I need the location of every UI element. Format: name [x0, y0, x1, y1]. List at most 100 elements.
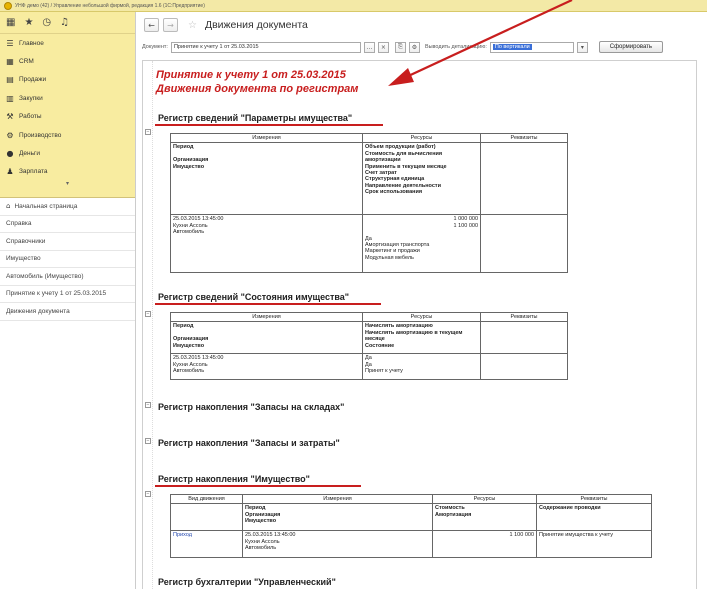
cell-line: Автомобиль [245, 545, 277, 552]
panel-icon-bar: ▦ ★ ◷ ♫ [0, 12, 135, 34]
section-label: Продажи [19, 76, 47, 84]
open-window-item[interactable]: Принятие к учету 1 от 25.03.2015 [0, 286, 135, 303]
report-settings-toolbar: Документ: Принятие к учету 1 от 25.03.20… [137, 38, 707, 56]
section-icon: ● [6, 149, 14, 159]
requisites-header-cell: Содержание проводки [536, 503, 652, 532]
grid-icon[interactable]: ▦ [6, 17, 15, 28]
section-item[interactable]: ▦ CRM [0, 52, 135, 70]
open-document-button[interactable]: ⎘ [394, 41, 406, 53]
detail-selected-value: По вертикали [492, 44, 532, 50]
window-title: УНФ демо (42) / Управление небольшой фир… [15, 2, 205, 9]
cell-line: Имущество [245, 518, 277, 525]
section-label: Деньги [19, 150, 40, 158]
movement-link[interactable]: Приход [170, 530, 243, 559]
section-label: Зарплата [19, 168, 48, 176]
section-item[interactable]: ♟ Зарплата [0, 163, 135, 181]
cell-line: Автомобиль [173, 368, 205, 375]
column-header: Вид движения [170, 493, 243, 505]
table-row: Период Организация Имущество Стоимость Амор… [170, 503, 652, 532]
requisites-cell [480, 321, 568, 355]
star-icon[interactable]: ★ [24, 17, 33, 28]
open-window-label: Движения документа [6, 307, 70, 315]
register-title: Регистр сведений "Параметры имущества" [158, 113, 353, 123]
section-item[interactable]: ● Деньги [0, 144, 135, 162]
document-field[interactable]: Принятие к учету 1 от 25.03.2015 [170, 41, 361, 53]
resources-header-cell: Объем продукции (работ) Стоимость для выч… [362, 142, 481, 216]
settings-button[interactable]: ⚙ [408, 41, 420, 53]
document-select-button[interactable]: … [363, 41, 375, 53]
group-toggle-icon[interactable]: − [145, 491, 151, 497]
open-window-item[interactable]: ⌂ Начальная страница [0, 198, 135, 216]
column-header: Ресурсы [362, 311, 481, 323]
open-window-label: Принятие к учету 1 от 25.03.2015 [6, 290, 107, 298]
title-underline [155, 303, 381, 305]
detail-label: Выводить детализацию: [424, 44, 487, 50]
document-label: Документ: [142, 44, 168, 50]
resources-value-cell: Да Да Принят к учету [362, 353, 481, 381]
document-clear-button[interactable]: × [377, 41, 389, 53]
resources-header-cell: Начислять амортизацию Начислять амортизац… [362, 321, 481, 355]
requisites-cell [480, 214, 568, 274]
dimensions-header-cell: Период Организация Имущество [170, 142, 363, 216]
group-toggle-icon[interactable]: − [145, 438, 151, 444]
section-icon: ⚒ [6, 112, 14, 122]
section-icon: ▥ [6, 93, 14, 103]
section-item[interactable]: ▤ Продажи [0, 71, 135, 89]
open-window-item[interactable]: Движения документа [0, 303, 135, 321]
register-title: Регистр накопления "Запасы на складах" [158, 402, 345, 412]
dimensions-header-cell: Период Организация Имущество [242, 503, 433, 532]
resources-value-cell: 1 100 000 [432, 530, 537, 559]
main-area: ← → ☆ Движения документа Документ: Приня… [137, 12, 707, 589]
forward-button[interactable]: → [163, 18, 178, 32]
cell-line: Срок использования [365, 189, 423, 196]
register-title: Регистр накопления "Имущество" [158, 474, 310, 484]
cell-line: Модульная мебель [365, 254, 414, 261]
cell-line: Принят к учету [365, 368, 403, 375]
table-row: Период Организация Имущество Начислять ам… [170, 321, 568, 355]
section-label: Главное [19, 39, 44, 47]
section-icon: ♟ [6, 167, 14, 177]
cell-line: Стоимость для вычисления амортизации [365, 150, 443, 164]
cell-line: Начислять амортизацию в текущем месяце [365, 329, 463, 343]
collapse-sections-icon[interactable]: ▾ [0, 181, 135, 187]
generate-button[interactable]: Сформировать [598, 41, 663, 53]
open-window-item[interactable]: Справка [0, 216, 135, 233]
register-table: Измерения Ресурсы Реквизиты Период Орган… [170, 311, 568, 381]
page-title: Движения документа [204, 19, 308, 31]
open-window-item[interactable]: Справочники [0, 233, 135, 251]
register-table: Вид движения Измерения Ресурсы Реквизиты… [170, 493, 652, 559]
group-toggle-icon[interactable]: − [145, 402, 151, 408]
section-label: Производство [19, 131, 62, 139]
column-header: Реквизиты [480, 311, 568, 323]
table-row: 25.03.2015 13:45:00 Кухни Ассоль Автомобил… [170, 214, 568, 274]
history-icon[interactable]: ◷ [42, 17, 51, 28]
report-title: Принятие к учету 1 от 25.03.2015 [156, 69, 346, 81]
section-item[interactable]: ☰ Главное [0, 34, 135, 52]
section-item[interactable]: ⚙ Производство [0, 126, 135, 144]
open-window-label: Справка [6, 220, 32, 228]
open-window-item[interactable]: Имущество [0, 251, 135, 268]
title-underline [155, 485, 361, 487]
group-toggle-icon[interactable]: − [145, 311, 151, 317]
sections-panel: ▦ ★ ◷ ♫ ☰ Главное ▦ CRM ▤ Продажи ▥ Закупки ⚒ Раб… [0, 12, 135, 198]
detail-dropdown-icon[interactable]: ▾ [576, 41, 588, 53]
section-icon: ⚙ [6, 130, 14, 140]
section-icon: ▤ [6, 75, 14, 85]
cell-line: Амортизация [435, 511, 472, 518]
section-item[interactable]: ▥ Закупки [0, 89, 135, 107]
bell-icon[interactable]: ♫ [60, 17, 69, 28]
group-toggle-icon[interactable]: − [145, 129, 151, 135]
report-sheet[interactable]: − − − − − Принятие к учету 1 от 25.03.20… [142, 60, 697, 589]
back-button[interactable]: ← [144, 18, 159, 32]
column-header: Ресурсы [432, 493, 537, 505]
detail-select[interactable]: По вертикали [489, 41, 574, 53]
dimensions-value-cell: 25.03.2015 13:45:00 Кухни Ассоль Автомобил… [242, 530, 433, 559]
report-subtitle: Движения документа по регистрам [156, 83, 359, 95]
column-header: Ресурсы [362, 132, 481, 144]
cell-line: Имущество [173, 342, 205, 349]
favorite-star-icon[interactable]: ☆ [188, 20, 197, 31]
section-item[interactable]: ⚒ Работы [0, 108, 135, 126]
section-label: Работы [19, 113, 42, 121]
open-window-item[interactable]: Автомобиль (Имущество) [0, 268, 135, 286]
requisites-value-cell: Принятие имущества к учету [536, 530, 652, 559]
